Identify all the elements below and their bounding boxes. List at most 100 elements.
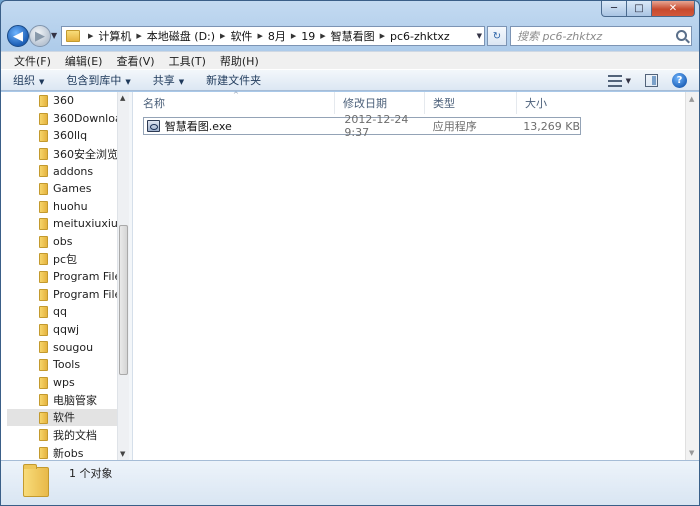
tree-item-label: qqwj <box>53 323 80 337</box>
menu-bar: 文件(F) 编辑(E) 查看(V) 工具(T) 帮助(H) <box>1 51 699 69</box>
breadcrumb-separator-icon[interactable]: ▶ <box>315 32 330 40</box>
folder-icon <box>39 411 48 424</box>
column-date-label: 修改日期 <box>343 97 387 110</box>
navigation-bar: ◀ ▶ ▼ ▶ 计算机 ▶ 本地磁盘 (D:) ▶ 软件 ▶ 8月 ▶ 19 ▶ 智慧看图 ▶ pc6-z… <box>1 23 699 49</box>
tree-item-label: 360llq <box>53 129 88 143</box>
tree-item[interactable]: 360Downloads <box>7 110 117 128</box>
close-button[interactable]: ✕ <box>652 1 695 17</box>
menu-item[interactable]: 文件(F) <box>7 53 58 69</box>
tree-item[interactable]: pc包 <box>7 250 117 268</box>
tree-item-label: 360Downloads <box>53 111 117 125</box>
chevron-down-icon: ▼ <box>39 78 45 86</box>
maximize-button[interactable]: □ <box>627 1 652 17</box>
tree-item[interactable]: Games <box>7 180 117 198</box>
tree-item-label: addons <box>53 164 94 178</box>
view-options-dropdown[interactable]: ▼ <box>626 77 631 85</box>
address-bar[interactable]: ▶ 计算机 ▶ 本地磁盘 (D:) ▶ 软件 ▶ 8月 ▶ 19 ▶ 智慧看图 ▶ pc6-zhktxz … <box>61 26 485 46</box>
column-name[interactable]: 名称 ^ <box>135 91 335 114</box>
tree-item[interactable]: 电脑管家 <box>7 391 117 409</box>
tree-item[interactable]: 360 <box>7 92 117 110</box>
search-input[interactable]: 搜索 pc6-zhktxz <box>510 26 692 46</box>
tree-item[interactable]: obs <box>7 233 117 251</box>
tree-item-label: 360 <box>53 94 74 108</box>
title-bar: ─ □ ✕ <box>1 1 699 21</box>
breadcrumb-item[interactable]: 8月 <box>268 28 286 44</box>
tree-item[interactable]: huohu <box>7 198 117 216</box>
table-row[interactable]: 智慧看图.exe 2012-12-24 9:37 应用程序 13,269 KB <box>143 113 581 139</box>
share-button[interactable]: 共享 ▼ <box>153 72 184 88</box>
folder-icon <box>39 358 48 371</box>
new-folder-button[interactable]: 新建文件夹 <box>206 72 261 88</box>
tree-item-label: Games <box>53 182 92 196</box>
search-icon[interactable] <box>676 30 687 41</box>
breadcrumb-separator-icon[interactable]: ▶ <box>375 32 390 40</box>
view-list-icon[interactable] <box>607 74 622 87</box>
help-icon[interactable]: ? <box>672 73 687 88</box>
folder-icon <box>39 218 48 231</box>
breadcrumb-item[interactable]: 本地磁盘 (D:) <box>147 28 215 44</box>
tree-item[interactable]: 360llq <box>7 127 117 145</box>
back-button[interactable]: ◀ <box>7 25 29 47</box>
scroll-down-arrow-icon[interactable]: ▼ <box>120 450 125 458</box>
forward-button[interactable]: ▶ <box>29 25 51 47</box>
breadcrumb-item[interactable]: 19 <box>301 30 315 43</box>
scrollbar-thumb[interactable] <box>119 225 128 375</box>
content-area: 360 360Downloads 360llq 360安全浏览器 addons Games… <box>1 91 699 460</box>
scroll-up-arrow-icon[interactable]: ▲ <box>689 95 694 103</box>
file-list-scrollbar[interactable]: ▲ ▼ <box>685 92 699 460</box>
column-date[interactable]: 修改日期 <box>335 92 425 114</box>
folder-icon <box>39 253 48 266</box>
breadcrumb-separator-icon[interactable]: ▶ <box>286 32 301 40</box>
scroll-down-arrow-icon[interactable]: ▼ <box>689 449 694 457</box>
menu-item[interactable]: 工具(T) <box>162 53 213 69</box>
include-in-library-button[interactable]: 包含到库中 ▼ <box>66 72 130 88</box>
recent-pages-dropdown[interactable]: ▼ <box>51 31 57 40</box>
tree-item[interactable]: Program Files <box>7 268 117 286</box>
tree-item[interactable]: 新obs <box>7 444 117 460</box>
tree-item[interactable]: sougou <box>7 338 117 356</box>
chevron-down-icon: ▼ <box>178 78 185 86</box>
column-size[interactable]: 大小 <box>517 92 583 114</box>
minimize-button[interactable]: ─ <box>601 1 627 17</box>
address-dropdown-button[interactable]: ▼ <box>477 32 482 40</box>
tree-item[interactable]: Tools <box>7 356 117 374</box>
navigation-scrollbar[interactable]: ▲ ▼ <box>117 92 129 460</box>
tree-item[interactable]: addons <box>7 162 117 180</box>
menu-item[interactable]: 帮助(H) <box>213 53 266 69</box>
menu-item[interactable]: 查看(V) <box>109 53 161 69</box>
breadcrumb-separator-icon[interactable]: ▶ <box>83 32 98 40</box>
tree-item[interactable]: 我的文档 <box>7 426 117 444</box>
refresh-button[interactable]: ↻ <box>487 26 507 46</box>
tree-item[interactable]: meituxiuxiu <box>7 215 117 233</box>
menu-item[interactable]: 编辑(E) <box>58 53 110 69</box>
breadcrumb-separator-icon[interactable]: ▶ <box>215 32 230 40</box>
breadcrumb-item[interactable]: 智慧看图 <box>331 28 375 44</box>
item-count: 1 个对象 <box>69 467 113 480</box>
column-type[interactable]: 类型 <box>425 92 517 114</box>
file-list: 名称 ^ 修改日期 类型 大小 智慧看图.exe 2012-12-24 9:37… <box>135 91 683 460</box>
tree-item[interactable]: 360安全浏览器 <box>7 145 117 163</box>
organize-button[interactable]: 组织 ▼ <box>13 72 44 88</box>
tree-item-label: 360安全浏览器 <box>53 147 117 161</box>
tree-item[interactable]: wps <box>7 374 117 392</box>
breadcrumb-separator-icon[interactable]: ▶ <box>252 32 267 40</box>
tree-item[interactable]: qq <box>7 303 117 321</box>
breadcrumb-item[interactable]: 计算机 <box>98 28 131 44</box>
scroll-up-arrow-icon[interactable]: ▲ <box>120 94 125 102</box>
preview-pane-icon[interactable] <box>645 74 658 87</box>
tree-item[interactable]: qqwj <box>7 321 117 339</box>
tree-item[interactable]: 软件 <box>7 408 117 427</box>
folder-icon <box>39 165 48 178</box>
folder-icon <box>39 306 48 319</box>
tree-item-label: 新obs <box>53 446 84 460</box>
breadcrumb-item[interactable]: pc6-zhktxz <box>390 30 450 43</box>
pane-splitter[interactable] <box>129 92 133 460</box>
tree-item-label: Program Files <box>53 287 117 301</box>
breadcrumb: ▶ 计算机 ▶ 本地磁盘 (D:) ▶ 软件 ▶ 8月 ▶ 19 ▶ 智慧看图 ▶ pc6-zhktxz <box>83 27 450 45</box>
tree-item[interactable]: Program Files <box>7 286 117 304</box>
tree-item-label: Program Files <box>53 270 117 284</box>
breadcrumb-separator-icon[interactable]: ▶ <box>131 32 146 40</box>
include-library-label: 包含到库中 <box>66 74 122 87</box>
tree-item-label: sougou <box>53 340 94 354</box>
breadcrumb-item[interactable]: 软件 <box>230 28 252 44</box>
